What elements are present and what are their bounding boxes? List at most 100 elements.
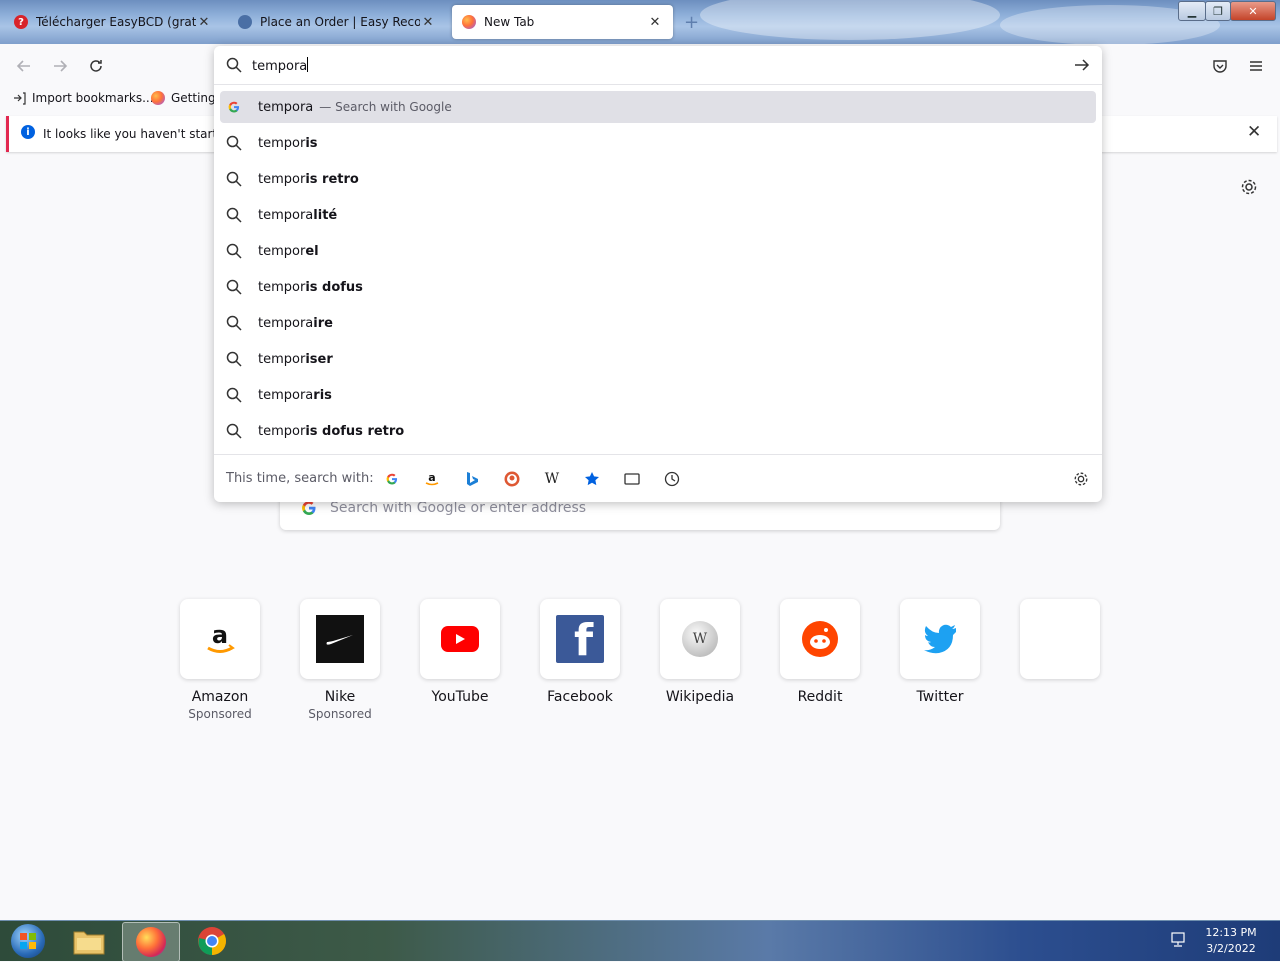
google-icon [386,473,398,485]
top-site-name: Reddit [797,689,843,705]
amazon-logo-icon: a [180,599,260,679]
firefox-icon [151,91,165,105]
close-tab-icon[interactable]: ✕ [647,14,663,30]
search-suggestion-row[interactable]: temporis dofus [220,271,1096,303]
search-suggestion-row[interactable]: temporel [220,235,1096,267]
sponsored-label: Sponsored [308,707,372,721]
tab-new-tab[interactable]: New Tab ✕ [452,5,673,39]
search-suggestion-row[interactable]: temporis [220,127,1096,159]
top-site-reddit[interactable]: Reddit [760,599,880,705]
wikipedia-engine-button[interactable]: W [541,468,563,490]
start-button[interactable] [0,922,56,960]
suggestion-text: temporiser [258,352,333,367]
top-site-name: Facebook [547,689,613,705]
search-suggestion-row[interactable]: temporis retro [220,163,1096,195]
reddit-logo-icon [780,599,860,679]
suggestion-action: — Search with Google [319,100,452,114]
close-window-button[interactable]: ✕ [1230,1,1276,21]
close-tab-icon[interactable]: ✕ [196,14,212,30]
search-icon [226,243,242,259]
top-site-name: Wikipedia [665,689,735,705]
minimize-button[interactable]: ▁ [1178,1,1206,21]
tab-title: Place an Order | Easy Recovery Es [260,15,420,29]
address-input-value: tempora [252,59,308,74]
tab-title: New Tab [484,15,535,29]
back-button[interactable] [13,55,35,77]
suggestion-text: temporis dofus [258,280,363,295]
bookmarks-engine-button[interactable] [581,468,603,490]
pocket-button[interactable] [1209,55,1231,77]
bookmark-import[interactable]: Import bookmarks... [13,91,154,105]
search-suggestion-row[interactable]: temporaire [220,307,1096,339]
tabs-engine-button[interactable] [621,468,643,490]
bookmark-label: Import bookmarks... [32,91,154,105]
suggestion-typed-text: tempora [258,315,314,331]
taskbar-chrome[interactable] [184,922,240,960]
bookmark-getting-started[interactable]: Getting [151,91,216,105]
personalize-gear-icon[interactable] [1240,178,1258,200]
suggestion-typed-text: tempor [258,171,306,187]
top-site-youtube[interactable]: YouTube [400,599,520,705]
search-suggestion-row[interactable]: temporalité [220,199,1096,231]
history-engine-button[interactable] [661,468,683,490]
search-icon [226,387,242,403]
windows-orb-icon [11,924,45,958]
amazon-icon: a [425,471,439,486]
close-tab-icon[interactable]: ✕ [420,14,436,30]
search-icon [226,57,242,73]
search-suggestion-row[interactable]: temporiser [220,343,1096,375]
suggestion-typed-text: tempora [258,387,314,403]
search-with-google-result[interactable]: tempora — Search with Google [220,91,1096,123]
hamburger-menu-icon [1250,61,1262,71]
suggestion-text: temporaire [258,316,333,331]
menu-button[interactable] [1245,55,1267,77]
nike-logo-icon [300,599,380,679]
duckduckgo-engine-button[interactable] [501,468,523,490]
back-arrow-icon [16,60,30,72]
top-site-name: YouTube [431,689,489,705]
top-site-facebook[interactable]: f Facebook [520,599,640,705]
address-input[interactable]: tempora [214,46,1102,85]
suggestion-completion: iser [305,351,333,367]
top-site-amazon[interactable]: a Amazon Sponsored [160,599,280,721]
bing-engine-button[interactable] [461,468,483,490]
suggestion-completion: is [305,135,318,151]
search-icon [226,135,242,151]
wikipedia-icon: W [544,471,560,487]
one-off-label: This time, search with: [226,471,374,486]
top-site-name: Amazon [191,689,249,705]
go-arrow-icon[interactable] [1074,57,1090,73]
taskbar-firefox[interactable] [122,922,180,962]
youtube-logo-icon [420,599,500,679]
top-site-wikipedia[interactable]: W Wikipedia [640,599,760,705]
maximize-button[interactable]: ❐ [1205,1,1231,21]
new-tab-button[interactable]: + [684,12,699,33]
top-site-empty[interactable] [1000,599,1120,679]
close-notice-icon[interactable]: ✕ [1247,122,1261,142]
taskbar-explorer[interactable] [61,922,117,960]
suggestion-completion: is dofus retro [305,423,405,439]
search-suggestion-row[interactable]: temporaris [220,379,1096,411]
bookmarks-star-icon [585,472,599,486]
suggestion-completion: ris [313,387,332,403]
amazon-engine-button[interactable]: a [421,468,443,490]
reload-button[interactable] [85,55,107,77]
top-site-name: Twitter [916,689,964,705]
network-tray-icon[interactable] [1170,932,1188,952]
google-engine-button[interactable] [381,468,403,490]
suggestion-typed-text: tempora [258,207,314,223]
search-suggestion-row[interactable]: temporis dofus retro [220,415,1096,447]
pocket-icon [1213,60,1227,73]
top-site-nike[interactable]: Nike Sponsored [280,599,400,721]
search-settings-button[interactable] [1070,468,1092,490]
chrome-icon [198,927,226,955]
forward-button[interactable] [49,55,71,77]
one-off-search-bar: This time, search with: a W [214,454,1102,503]
notice-text: It looks like you haven't started F [43,127,243,141]
system-clock[interactable]: 12:13 PM 3/2/2022 [1196,925,1266,957]
tab-easybcd[interactable]: ? Télécharger EasyBCD (gratuit) - Pr ✕ [4,5,222,39]
suggestion-text: temporel [258,244,319,259]
search-icon [226,351,242,367]
top-site-twitter[interactable]: Twitter [880,599,1000,705]
tab-easy-recovery[interactable]: Place an Order | Easy Recovery Es ✕ [228,5,446,39]
